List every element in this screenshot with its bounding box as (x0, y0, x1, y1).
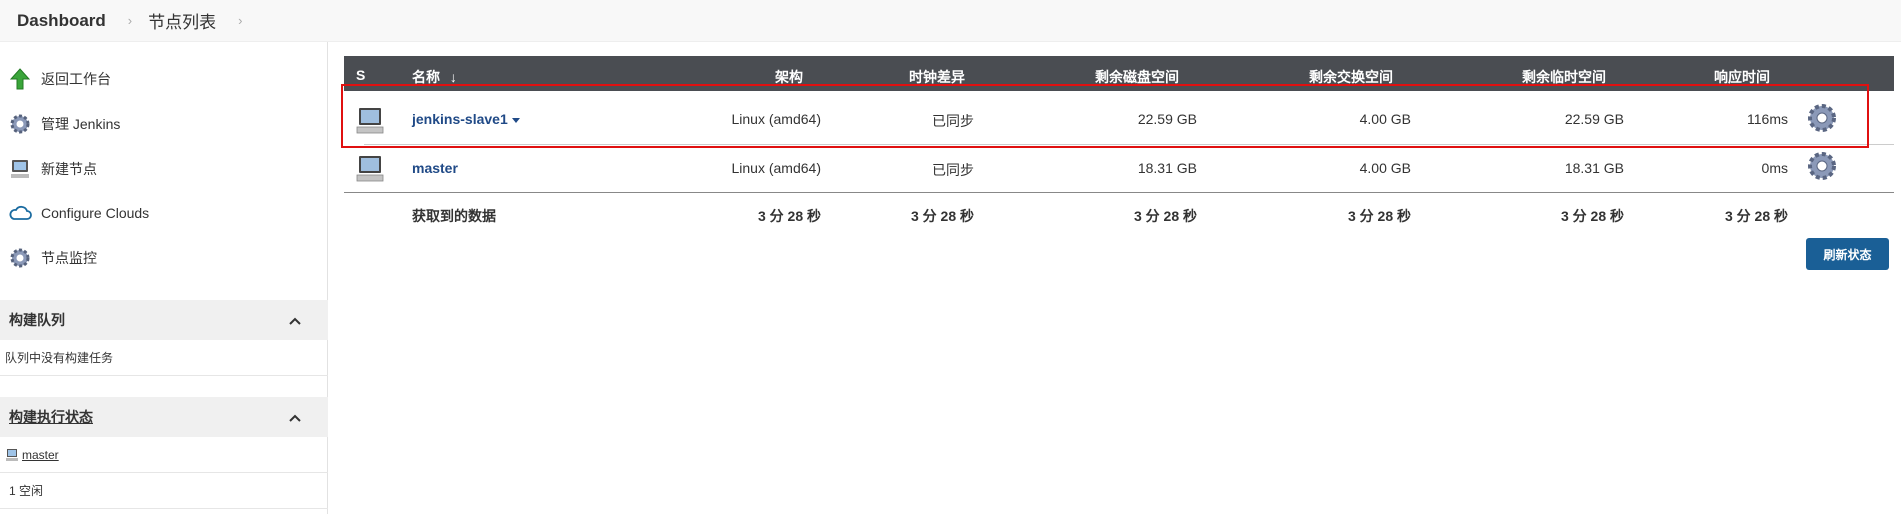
task-new-node[interactable]: 新建节点 (8, 154, 97, 184)
totals-response: 3 分 28 秒 (1724, 208, 1788, 224)
gear-icon[interactable] (1806, 150, 1838, 185)
breadcrumb-nodes[interactable]: 节点列表 (148, 8, 216, 33)
build-queue-empty: 队列中没有构建任务 (0, 340, 328, 376)
totals-arch: 3 分 28 秒 (757, 208, 821, 224)
task-label: 节点监控 (41, 250, 97, 266)
highlight-box (341, 84, 1869, 148)
cell-arch: Linux (amd64) (731, 160, 822, 176)
task-label: 新建节点 (41, 161, 97, 177)
executor-node-link[interactable]: master (22, 448, 59, 462)
totals-temp: 3 分 28 秒 (1560, 208, 1624, 224)
cloud-icon (8, 201, 32, 225)
header-name-label: 名称 (412, 69, 440, 85)
chevron-up-icon[interactable] (288, 410, 302, 426)
task-manage-jenkins[interactable]: 管理 Jenkins (8, 109, 120, 139)
build-queue-title: 构建队列 (9, 312, 65, 328)
up-arrow-icon (8, 67, 32, 91)
sidebar: 返回工作台 管理 Jenkins 新建节点 Configure Clouds 节… (0, 42, 328, 514)
task-label: Configure Clouds (41, 205, 150, 221)
breadcrumb-dashboard[interactable]: Dashboard (17, 11, 106, 31)
executor-idle: 1 空闲 (0, 473, 328, 509)
cell-clock: 已同步 (932, 162, 974, 178)
breadcrumb-separator-icon[interactable]: › (128, 13, 132, 28)
computer-icon (5, 448, 19, 462)
computer-icon (355, 154, 385, 187)
table-row: master Linux (amd64) 已同步 18.31 GB 4.00 G… (344, 144, 1894, 194)
task-node-monitoring[interactable]: 节点监控 (8, 243, 97, 273)
totals-swap: 3 分 28 秒 (1347, 208, 1411, 224)
computer-icon (8, 157, 32, 181)
cell-swap: 4.00 GB (1359, 160, 1411, 176)
node-name-link[interactable]: master (412, 160, 458, 176)
cell-disk: 18.31 GB (1137, 160, 1197, 176)
executor-status-header[interactable]: 构建执行状态 (0, 397, 328, 437)
breadcrumb: Dashboard › 节点列表 › (0, 0, 1901, 42)
build-queue-header[interactable]: 构建队列 (0, 300, 328, 340)
refresh-status-button[interactable]: 刷新状态 (1806, 238, 1889, 270)
task-label: 管理 Jenkins (41, 116, 121, 132)
task-back-to-dashboard[interactable]: 返回工作台 (8, 64, 111, 94)
breadcrumb-separator-icon[interactable]: › (238, 13, 242, 28)
totals-label: 获取到的数据 (412, 208, 496, 224)
task-label: 返回工作台 (41, 71, 111, 87)
totals-disk: 3 分 28 秒 (1133, 208, 1197, 224)
chevron-up-icon[interactable] (288, 313, 302, 329)
cell-response: 0ms (1761, 160, 1788, 176)
cell-temp: 18.31 GB (1564, 160, 1624, 176)
row-divider (344, 192, 1894, 193)
table-totals-row: 获取到的数据 3 分 28 秒 3 分 28 秒 3 分 28 秒 3 分 28… (344, 194, 1894, 244)
totals-clock: 3 分 28 秒 (910, 208, 974, 224)
task-configure-clouds[interactable]: Configure Clouds (8, 198, 149, 228)
header-status[interactable]: S (356, 67, 365, 83)
gear-icon (8, 246, 32, 270)
executor-node[interactable]: master (0, 437, 328, 473)
gear-icon (8, 112, 32, 136)
executor-status-title[interactable]: 构建执行状态 (9, 407, 93, 427)
sort-arrow-icon: ↓ (449, 69, 457, 85)
node-link[interactable]: master (412, 160, 458, 176)
